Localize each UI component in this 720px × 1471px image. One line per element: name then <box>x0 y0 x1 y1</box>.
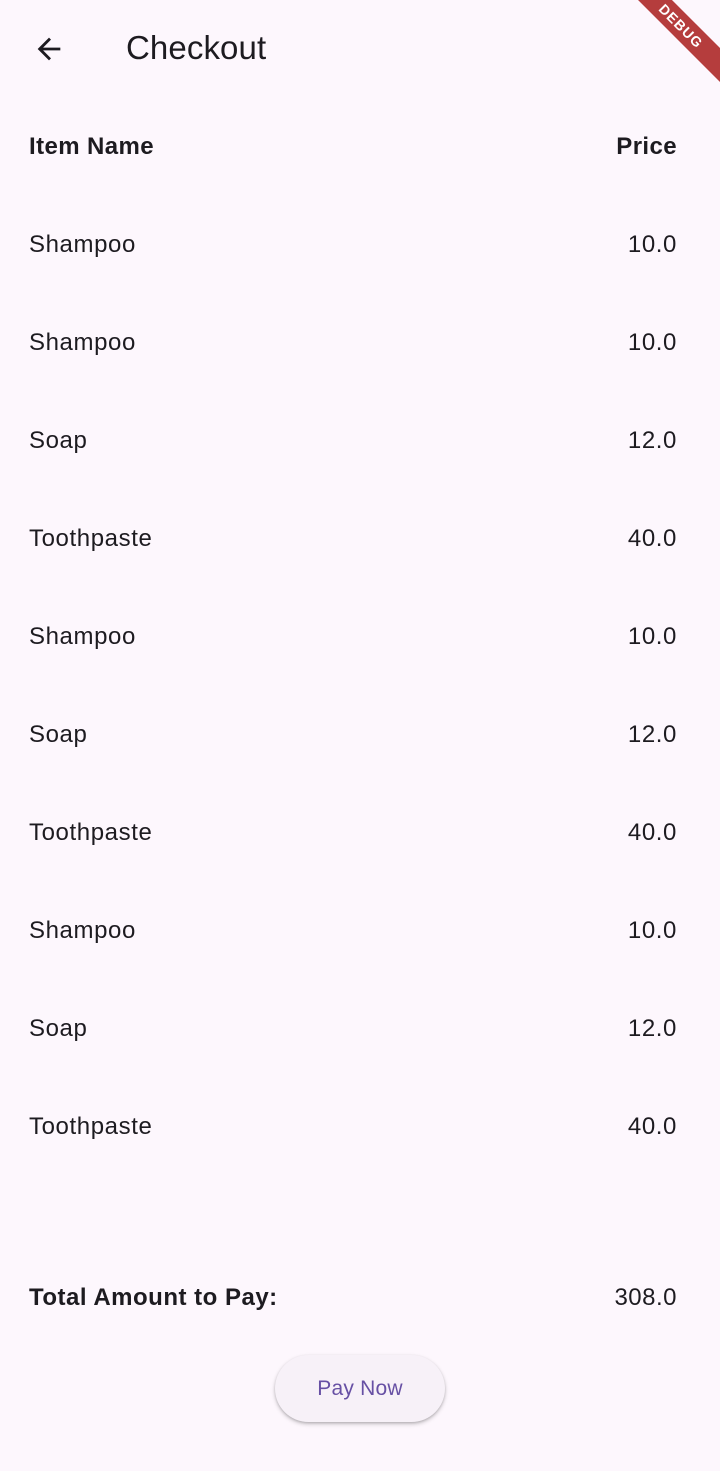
page-title: Checkout <box>126 29 267 66</box>
item-price: 12.0 <box>627 1015 677 1042</box>
item-price: 12.0 <box>627 721 677 748</box>
table-row: Soap 12.0 <box>29 392 677 490</box>
item-price: 40.0 <box>627 1113 677 1140</box>
table-row: Soap 12.0 <box>29 980 677 1078</box>
item-name: Soap <box>29 721 88 748</box>
item-name: Shampoo <box>29 623 136 650</box>
item-price: 40.0 <box>627 525 677 552</box>
checkout-table: Item Name Price Shampoo 10.0 Shampoo 10.0 So… <box>29 98 677 1176</box>
item-name: Toothpaste <box>29 525 153 552</box>
table-row: Shampoo 10.0 <box>29 882 677 980</box>
item-name: Shampoo <box>29 917 136 944</box>
table-row: Soap 12.0 <box>29 686 677 784</box>
total-value: 308.0 <box>614 1284 677 1311</box>
pay-now-label: Pay Now <box>317 1376 403 1400</box>
item-price: 40.0 <box>627 819 677 846</box>
table-row: Toothpaste 40.0 <box>29 784 677 882</box>
back-button[interactable] <box>9 9 89 89</box>
checkout-screen: Checkout DEBUG Item Name Price Shampoo 10… <box>0 0 720 1471</box>
column-header-item: Item Name <box>29 133 154 160</box>
pay-now-button[interactable]: Pay Now <box>275 1355 445 1422</box>
item-name: Soap <box>29 427 88 454</box>
item-name: Toothpaste <box>29 1113 153 1140</box>
item-name: Toothpaste <box>29 819 153 846</box>
item-price: 12.0 <box>627 427 677 454</box>
item-price: 10.0 <box>627 329 677 356</box>
table-row: Toothpaste 40.0 <box>29 490 677 588</box>
item-price: 10.0 <box>627 623 677 650</box>
table-row: Shampoo 10.0 <box>29 294 677 392</box>
table-header: Item Name Price <box>29 98 677 196</box>
item-price: 10.0 <box>627 231 677 258</box>
item-price: 10.0 <box>627 917 677 944</box>
arrow-back-icon <box>37 37 61 61</box>
item-name: Shampoo <box>29 231 136 258</box>
total-label: Total Amount to Pay: <box>29 1284 278 1311</box>
table-row: Toothpaste 40.0 <box>29 1078 677 1176</box>
item-name: Soap <box>29 1015 88 1042</box>
app-bar: Checkout <box>0 0 720 96</box>
total-row: Total Amount to Pay: 308.0 <box>29 1278 677 1318</box>
item-name: Shampoo <box>29 329 136 356</box>
table-row: Shampoo 10.0 <box>29 588 677 686</box>
table-row: Shampoo 10.0 <box>29 196 677 294</box>
column-header-price: Price <box>616 133 677 160</box>
